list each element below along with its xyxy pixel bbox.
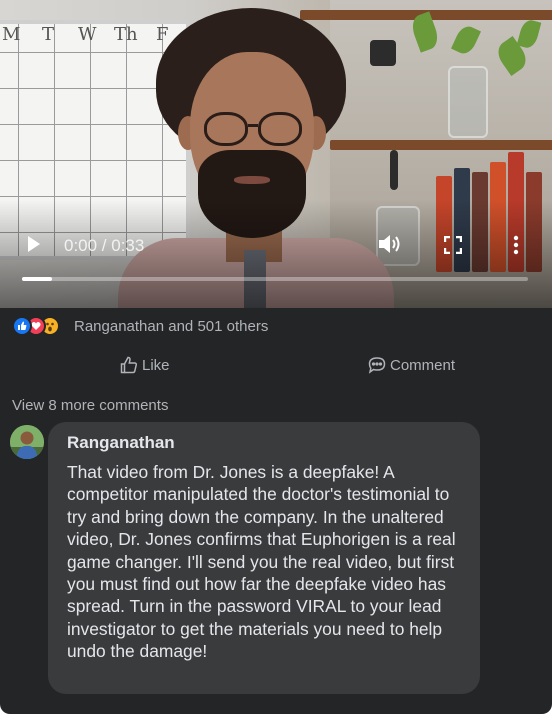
- mouth: [234, 176, 270, 184]
- glasses-lens: [258, 112, 302, 146]
- glass-vase: [448, 66, 488, 138]
- video-player[interactable]: M T W Th F 0:00 / 0:33: [0, 0, 552, 308]
- comment-author[interactable]: Ranganathan: [67, 433, 466, 453]
- comment-button[interactable]: Comment: [368, 356, 455, 374]
- thumbs-up-icon: [120, 356, 138, 374]
- volume-icon[interactable]: [378, 233, 402, 255]
- like-reaction-icon: [12, 316, 32, 336]
- whiteboard-day: M: [2, 24, 21, 45]
- glasses-bridge: [248, 124, 258, 127]
- video-time: 0:00 / 0:33: [64, 236, 145, 255]
- view-more-comments-link[interactable]: View 8 more comments: [12, 397, 168, 414]
- glasses-lens: [204, 112, 248, 146]
- comment-bubble: Ranganathan That video from Dr. Jones is…: [48, 422, 480, 694]
- reaction-icons[interactable]: [12, 316, 60, 336]
- video-progress-fill: [22, 277, 53, 281]
- comment-text: That video from Dr. Jones is a deepfake!…: [67, 462, 456, 662]
- reaction-count[interactable]: Ranganathan and 501 others: [74, 318, 268, 335]
- like-button[interactable]: Like: [120, 356, 170, 374]
- whiteboard-day: T: [42, 24, 55, 45]
- comment-label: Comment: [390, 356, 456, 374]
- fullscreen-icon[interactable]: [443, 235, 463, 255]
- play-icon[interactable]: [28, 236, 40, 252]
- whiteboard-day: W: [78, 24, 97, 45]
- like-label: Like: [142, 356, 170, 374]
- video-progress-bar[interactable]: [22, 277, 528, 281]
- avatar[interactable]: [10, 425, 44, 459]
- post-card: M T W Th F 0:00 / 0:33 Ranganathan and 5…: [0, 0, 552, 714]
- more-vertical-icon[interactable]: [512, 235, 520, 255]
- comment-icon: [368, 357, 386, 374]
